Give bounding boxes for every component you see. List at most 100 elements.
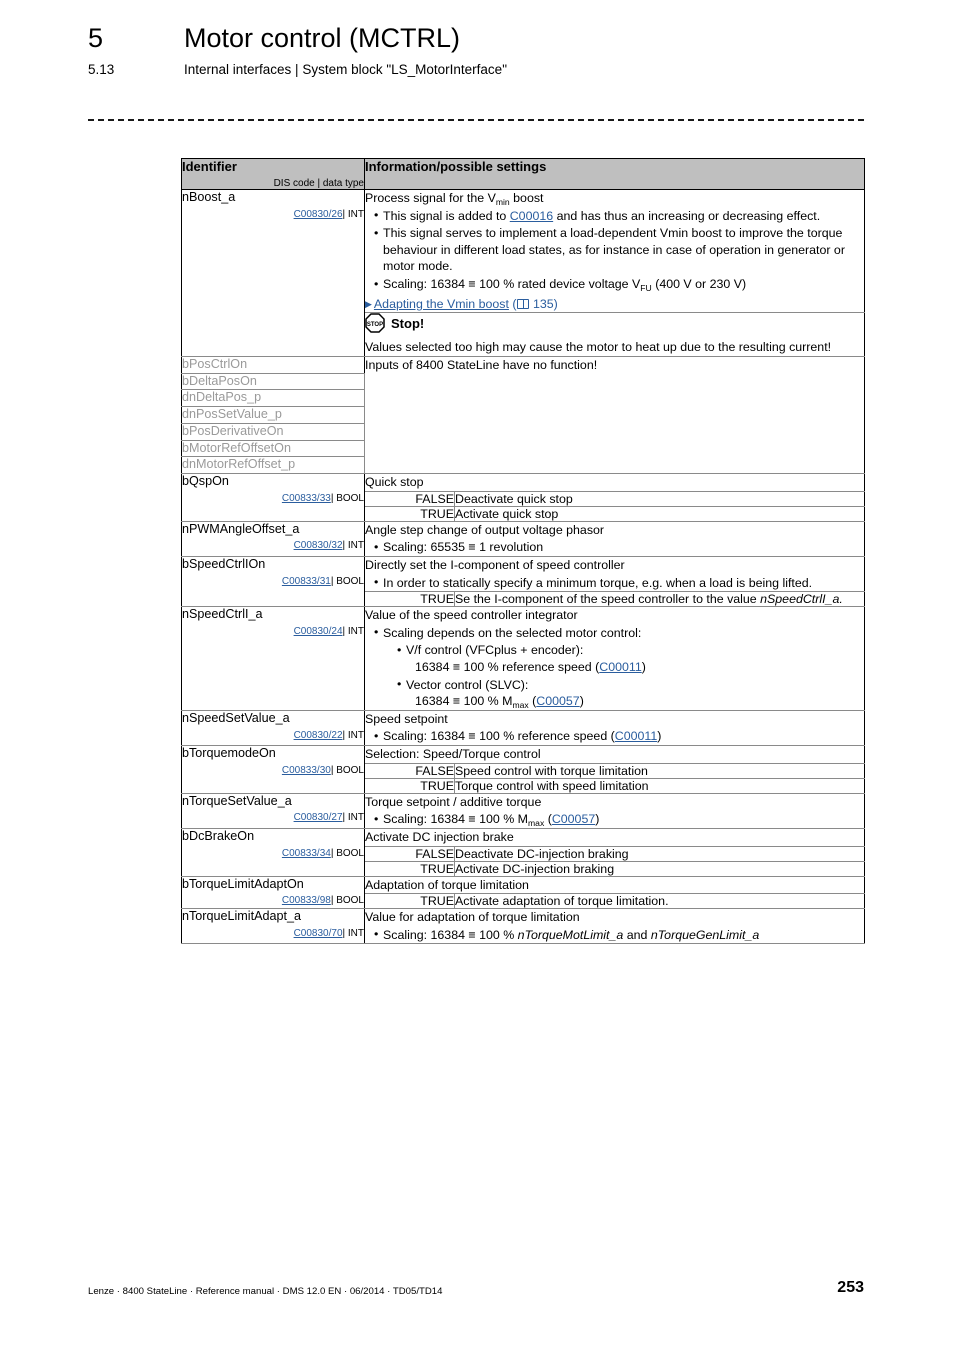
intro-subscript: min — [495, 196, 510, 207]
data-type-label: | BOOL — [330, 895, 364, 907]
row-title: Angle step change of output voltage phas… — [365, 522, 605, 537]
identifier-cell-nspeedsetvalue: nSpeedSetValue_a C00830/22| INT — [181, 709, 365, 747]
column-header-information-label: Information/possible settings — [365, 159, 547, 174]
nofunction-note: Inputs of 8400 StateLine have no functio… — [365, 358, 598, 372]
identifier-code: C00830/70| INT — [182, 928, 364, 939]
table-row: nSpeedCtrlI_a C00830/24| INT Value of th… — [181, 606, 865, 711]
identifier-cell-dnmotorrefoffset-p: dnMotorRefOffset_p — [181, 456, 365, 475]
column-header-identifier: Identifier DIS code | data type — [181, 158, 365, 190]
identifier-name: nBoost_a — [182, 190, 236, 204]
identifier-cell-bmotorrefoffseton: bMotorRefOffsetOn — [181, 439, 365, 458]
sub2-line2-b: ) — [579, 694, 584, 709]
bool-value-true: TRUE — [364, 505, 455, 522]
dis-code-link[interactable]: C00833/34 — [282, 848, 331, 859]
bullet-list: This signal is added to C00016 and has t… — [365, 207, 864, 293]
row-title: Torque setpoint / additive torque — [365, 794, 542, 809]
table-row: nBoost_a C00830/26| INT Process signal f… — [181, 188, 865, 357]
bullet1-italic-1: nTorqueMotLimit_a — [517, 927, 624, 942]
bool-description-true: Se the I-component of the speed controll… — [453, 591, 865, 608]
information-cell-bspeedctrl: Directly set the I-component of speed co… — [363, 555, 865, 593]
dis-code-link[interactable]: C00833/33 — [282, 493, 331, 504]
cross-reference-link[interactable]: Adapting the Vmin boost — [374, 297, 509, 311]
sub1-line2-a: 16384 ≡ 100 % reference speed ( — [415, 660, 600, 675]
code-link-c00011[interactable]: C00011 — [615, 729, 657, 743]
dis-code-link[interactable]: C00830/32 — [294, 540, 343, 551]
data-type-label: | BOOL — [330, 764, 364, 776]
dis-code-link[interactable]: C00833/30 — [282, 765, 331, 776]
bullet1-text-a: Scaling: 16384 ≡ 100 % reference speed ( — [383, 729, 615, 744]
row-title: Directly set the I-component of speed co… — [365, 557, 625, 572]
table-row: bTorquemodeOn C00833/30| BOOL Selection:… — [181, 745, 865, 794]
page-ref-number: 135 — [532, 296, 554, 311]
list-item: Scaling: 16384 ≡ 100 % rated device volt… — [374, 276, 864, 293]
identifier-name: bDcBrakeOn — [182, 828, 255, 843]
information-cell-nofunction: Inputs of 8400 StateLine have no functio… — [363, 355, 865, 475]
dis-code-link[interactable]: C00833/98 — [282, 895, 331, 906]
code-link-c00011[interactable]: C00011 — [599, 660, 641, 674]
identifier-name: bDeltaPosOn — [182, 373, 257, 388]
bullet1-text-a: This signal is added to — [383, 208, 510, 223]
identifier-cell-dndeltapos-p: dnDeltaPos_p — [181, 389, 365, 408]
chapter-title: Motor control (MCTRL) — [184, 23, 461, 53]
table-row: nTorqueSetValue_a C00830/27| INT Torque … — [181, 792, 865, 829]
identifier-code: C00833/33| BOOL — [182, 493, 364, 504]
list-item: Scaling: 16384 ≡ 100 % nTorqueMotLimit_a… — [374, 926, 864, 944]
identifier-code: C00830/26| INT — [182, 209, 364, 220]
bool-description-false: Deactivate DC-injection braking — [453, 845, 865, 862]
row-title: Value for adaptation of torque limitatio… — [365, 910, 580, 925]
bullet1-text-b: and has thus an increasing or decreasing… — [553, 208, 821, 223]
dis-code-link[interactable]: C00830/70 — [294, 928, 343, 939]
information-cell-nspeedset: Speed setpoint Scaling: 16384 ≡ 100 % re… — [363, 709, 865, 747]
identifier-cell-bqspon: bQspOn C00833/33| BOOL — [181, 473, 365, 522]
identifier-name: bMotorRefOffsetOn — [182, 440, 291, 455]
dis-code-link[interactable]: C00833/31 — [282, 576, 331, 587]
bool-value-true: TRUE — [364, 893, 455, 910]
information-cell-btorquemode: Selection: Speed/Torque control — [363, 745, 865, 764]
identifier-cell-btorquemodeon: bTorquemodeOn C00833/30| BOOL — [181, 745, 365, 794]
table-row: nSpeedSetValue_a C00830/22| INT Speed se… — [181, 709, 865, 747]
page-header: 5 Motor control (MCTRL) 5.13 Internal in… — [88, 23, 878, 77]
page-footer: Lenze · 8400 StateLine · Reference manua… — [88, 1279, 864, 1297]
sub2-line2-a: 16384 ≡ 100 % M — [415, 694, 513, 709]
bullet1-text-a: Scaling: 16384 ≡ 100 % — [383, 927, 518, 942]
identifier-name: bQspOn — [182, 474, 229, 489]
identifier-name: dnMotorRefOffset_p — [182, 457, 296, 472]
sub2-line2: 16384 ≡ 100 % Mmax (C00057) — [406, 693, 864, 710]
bullet1-xref: C00011 — [615, 729, 657, 743]
identifier-code: C00830/32| INT — [182, 540, 364, 551]
identifier-name: nSpeedSetValue_a — [182, 710, 290, 725]
identifier-code: C00833/30| BOOL — [182, 765, 364, 776]
bullet1-italic-2: nTorqueGenLimit_a — [650, 927, 760, 942]
table-header-row: Identifier DIS code | data type Informat… — [181, 158, 865, 190]
information-cell-npwm: Angle step change of output voltage phas… — [363, 520, 865, 557]
bullet1-text-mid: and — [623, 927, 651, 942]
code-link-c00016[interactable]: C00016 — [510, 209, 553, 223]
dis-code-link[interactable]: C00830/24 — [294, 626, 343, 637]
sub1-xref: C00011 — [599, 660, 641, 674]
list-item: V/f control (VFCplus + encoder): 16384 ≡… — [397, 642, 864, 675]
bullet-list: In order to statically specify a minimum… — [365, 574, 864, 592]
information-cell-bqspon: Quick stop — [363, 473, 865, 492]
code-link-c00057[interactable]: C00057 — [552, 812, 595, 826]
dis-code-link[interactable]: C00830/22 — [294, 730, 343, 741]
bullet3-text-b: (400 V or 230 V) — [651, 277, 747, 292]
header-divider — [88, 119, 864, 121]
dis-code-link[interactable]: C00830/26 — [294, 209, 343, 220]
identifier-code: C00833/31| BOOL — [182, 576, 364, 587]
dis-code-link[interactable]: C00830/27 — [294, 812, 343, 823]
cross-reference-link-row[interactable]: ▶ Adapting the Vmin boost ( 135) — [365, 296, 864, 313]
row-title: Quick stop — [365, 475, 424, 490]
sub1-line2-b: ) — [641, 660, 646, 675]
code-link-c00057[interactable]: C00057 — [536, 694, 579, 708]
stop-warning-header: STOP Stop! — [365, 313, 864, 334]
list-item: Scaling: 65535 ≡ 1 revolution — [374, 539, 864, 556]
bool-description-false: Deactivate quick stop — [453, 490, 865, 507]
page-number: 253 — [837, 1279, 864, 1296]
identifier-cell-bspeedctrlion: bSpeedCtrlIOn C00833/31| BOOL — [181, 555, 365, 608]
data-type-label: | BOOL — [330, 847, 364, 859]
data-type-label: | INT — [342, 812, 364, 824]
identifier-name: nTorqueLimitAdapt_a — [182, 909, 302, 924]
section-title: Internal interfaces | System block "LS_M… — [184, 61, 507, 77]
data-type-label: | INT — [342, 927, 364, 939]
identifier-code: C00830/27| INT — [182, 812, 364, 823]
